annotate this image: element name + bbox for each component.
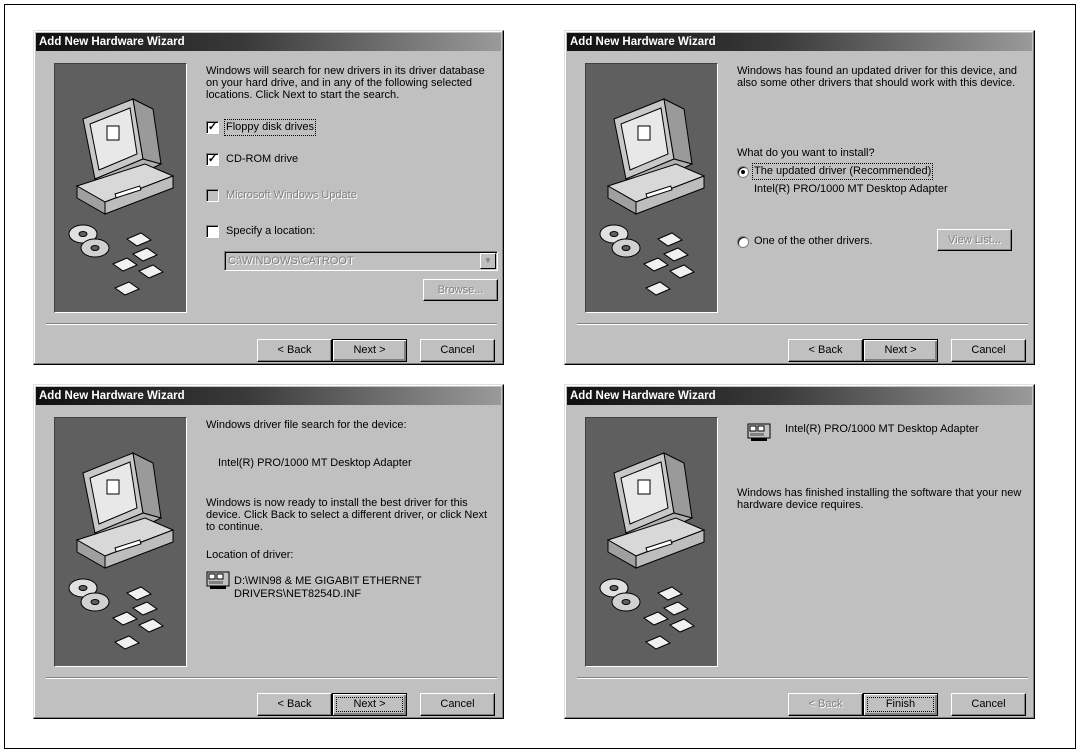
device-name: Intel(R) PRO/1000 MT Desktop Adapter [754, 183, 948, 195]
cancel-button[interactable]: Cancel [420, 693, 495, 716]
wizard-dialog-choose-driver: Add New Hardware Wizard Windows has foun… [564, 30, 1035, 365]
next-button[interactable]: Next > [332, 339, 407, 362]
specify-location-checkbox[interactable] [206, 225, 219, 238]
windows-update-label: Microsoft Windows Update [226, 189, 357, 201]
cancel-button[interactable]: Cancel [951, 339, 1026, 362]
device-name: Intel(R) PRO/1000 MT Desktop Adapter [785, 423, 979, 435]
ready-message: Windows is now ready to install the best… [206, 497, 488, 533]
wizard-computer-illustration [54, 63, 187, 313]
wizard-computer-illustration [585, 417, 718, 667]
specify-location-label[interactable]: Specify a location: [226, 225, 315, 238]
dropdown-arrow-icon: ▼ [480, 253, 496, 269]
cancel-button[interactable]: Cancel [951, 693, 1026, 716]
button-separator [577, 677, 1028, 679]
other-drivers-radio[interactable] [737, 236, 749, 248]
back-button[interactable]: < Back [257, 693, 332, 716]
wizard-computer-illustration [585, 63, 718, 313]
back-button[interactable]: < Back [257, 339, 332, 362]
title-bar: Add New Hardware Wizard [567, 387, 1032, 405]
wizard-dialog-ready: Add New Hardware Wizard Windows driver f… [33, 384, 504, 719]
device-name: Intel(R) PRO/1000 MT Desktop Adapter [218, 457, 412, 469]
network-card-icon [206, 569, 230, 594]
driver-path-line-2: DRIVERS\NET8254D.INF [234, 588, 362, 600]
updated-driver-radio[interactable] [737, 166, 749, 178]
install-question: What do you want to install? [737, 147, 875, 159]
cdrom-checkbox[interactable]: ✓ [206, 153, 219, 166]
finish-button[interactable]: Finish [863, 693, 938, 716]
network-card-icon [747, 421, 773, 446]
windows-update-checkbox [206, 189, 219, 202]
view-list-button: View List... [937, 229, 1012, 251]
next-button[interactable]: Next > [332, 693, 407, 716]
back-button: < Back [788, 693, 863, 716]
next-button[interactable]: Next > [863, 339, 938, 362]
cancel-button[interactable]: Cancel [420, 339, 495, 362]
wizard-dialog-search: Add New Hardware Wizard Windows will sea… [33, 30, 504, 365]
finish-message: Windows has finished installing the soft… [737, 487, 1022, 511]
location-label: Location of driver: [206, 549, 294, 561]
updated-driver-label[interactable]: The updated driver (Recommended) [751, 163, 934, 180]
search-heading: Windows driver file search for the devic… [206, 419, 407, 431]
other-drivers-label[interactable]: One of the other drivers. [754, 235, 873, 248]
choose-intro-text: Windows has found an updated driver for … [737, 65, 1018, 89]
button-separator [577, 323, 1028, 325]
floppy-label[interactable]: Floppy disk drives [223, 119, 317, 136]
browse-button: Browse... [423, 279, 498, 301]
title-bar: Add New Hardware Wizard [567, 33, 1032, 51]
title-bar: Add New Hardware Wizard [36, 33, 501, 51]
button-separator [46, 677, 497, 679]
back-button[interactable]: < Back [788, 339, 863, 362]
wizard-dialog-finish: Add New Hardware Wizard Intel(R) PRO/100… [564, 384, 1035, 719]
location-combobox: C:\WINDOWS\CATROOT ▼ [224, 251, 498, 271]
title-bar: Add New Hardware Wizard [36, 387, 501, 405]
driver-path-line-1: D:\WIN98 & ME GIGABIT ETHERNET [234, 575, 422, 587]
location-value: C:\WINDOWS\CATROOT [228, 255, 354, 267]
button-separator [46, 323, 497, 325]
floppy-checkbox[interactable]: ✓ [206, 121, 219, 134]
wizard-computer-illustration [54, 417, 187, 667]
search-intro-text: Windows will search for new drivers in i… [206, 65, 485, 101]
cdrom-label[interactable]: CD-ROM drive [226, 153, 298, 166]
